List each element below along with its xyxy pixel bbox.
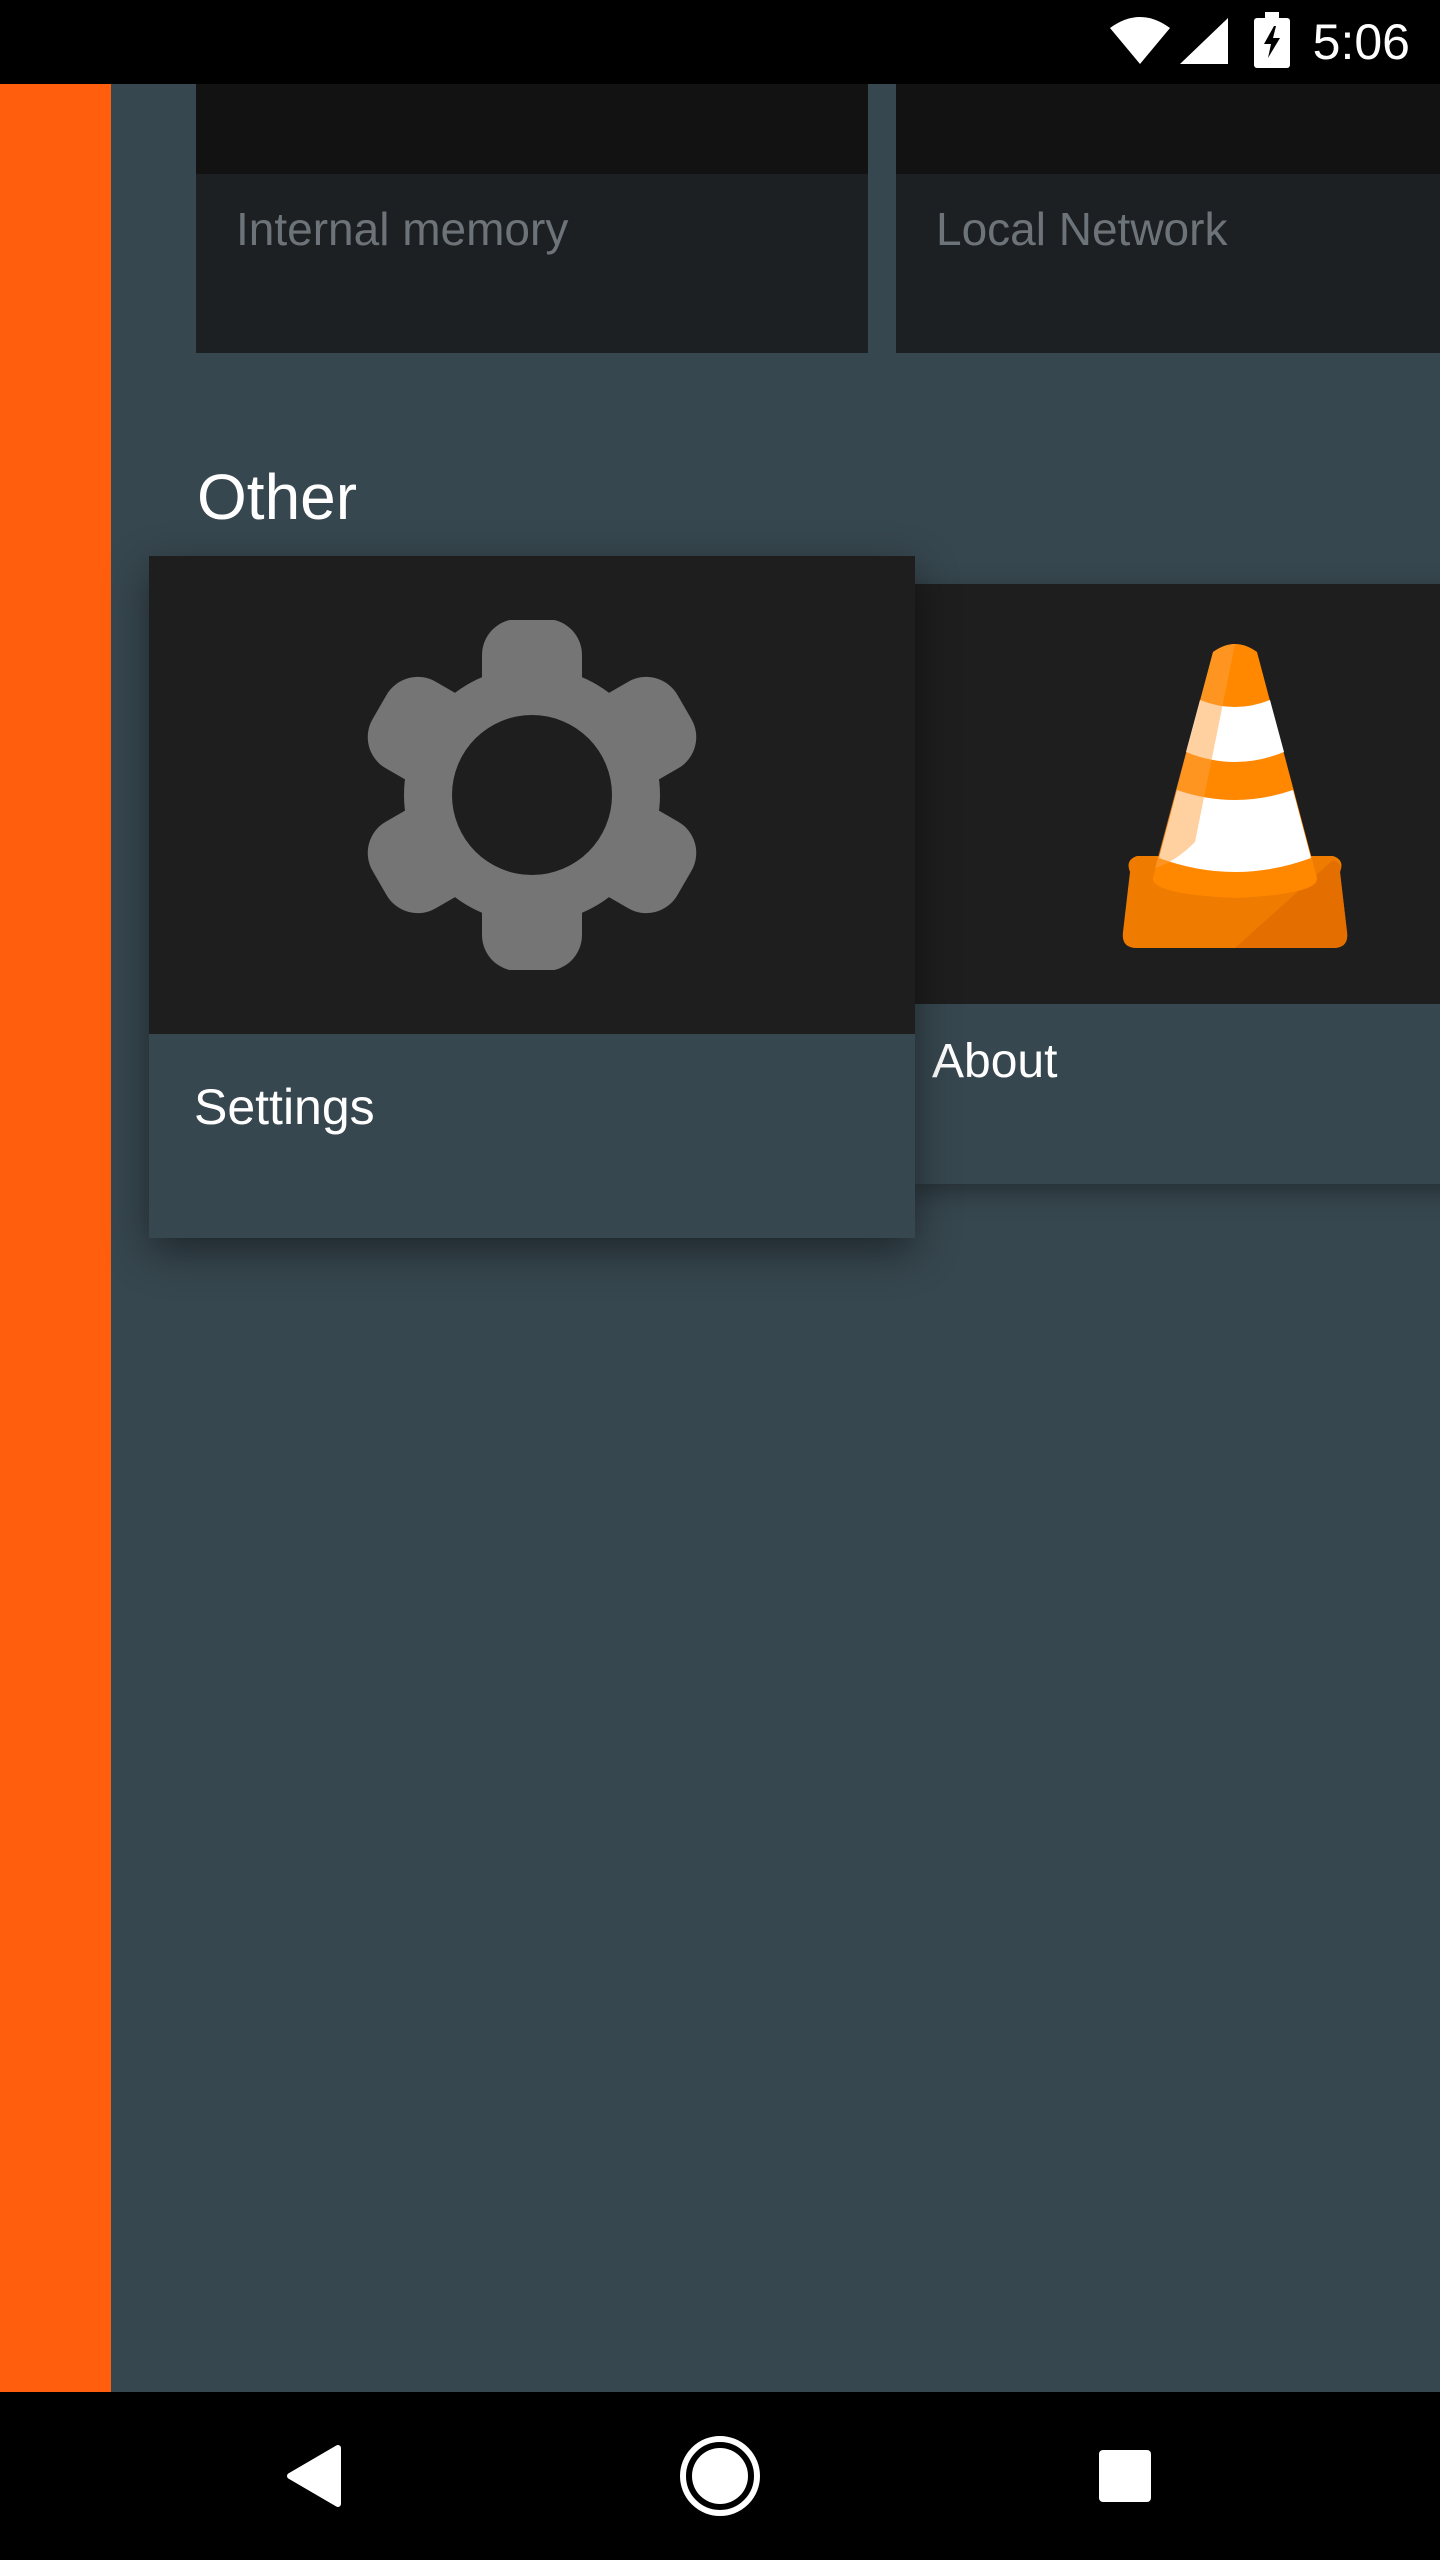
internal-memory-card[interactable]: Internal memory xyxy=(196,84,868,353)
recents-button[interactable] xyxy=(1025,2392,1225,2560)
back-button[interactable] xyxy=(214,2392,414,2560)
internal-memory-thumbnail xyxy=(196,84,868,174)
main-content: Internal memory Local Network Other Abou… xyxy=(0,84,1440,2392)
recents-icon xyxy=(1099,2450,1151,2502)
settings-thumbnail xyxy=(149,556,915,1034)
card-label: Local Network xyxy=(936,203,1228,255)
home-button[interactable] xyxy=(620,2392,820,2560)
local-network-card[interactable]: Local Network xyxy=(896,84,1440,353)
card-label: Internal memory xyxy=(236,203,569,255)
vlc-cone-icon xyxy=(1122,644,1348,948)
home-icon xyxy=(680,2436,760,2516)
navigation-bar xyxy=(0,2392,1440,2560)
sidebar-accent-rail xyxy=(0,84,111,2392)
card-label: About xyxy=(932,1035,1058,1088)
about-card[interactable]: About xyxy=(910,584,1440,1184)
battery-charging-icon xyxy=(1254,12,1290,68)
section-title: Other xyxy=(197,461,358,533)
gear-icon xyxy=(367,620,697,970)
local-network-thumbnail xyxy=(896,84,1440,174)
status-time: 5:06 xyxy=(1312,14,1410,70)
status-bar: 5:06 xyxy=(0,0,1440,84)
card-label: Settings xyxy=(194,1079,375,1135)
signal-icon xyxy=(1180,18,1228,64)
back-icon xyxy=(287,2445,341,2507)
wifi-icon xyxy=(1110,17,1170,64)
about-thumbnail xyxy=(910,584,1440,1004)
settings-card[interactable]: Settings xyxy=(149,556,915,1238)
